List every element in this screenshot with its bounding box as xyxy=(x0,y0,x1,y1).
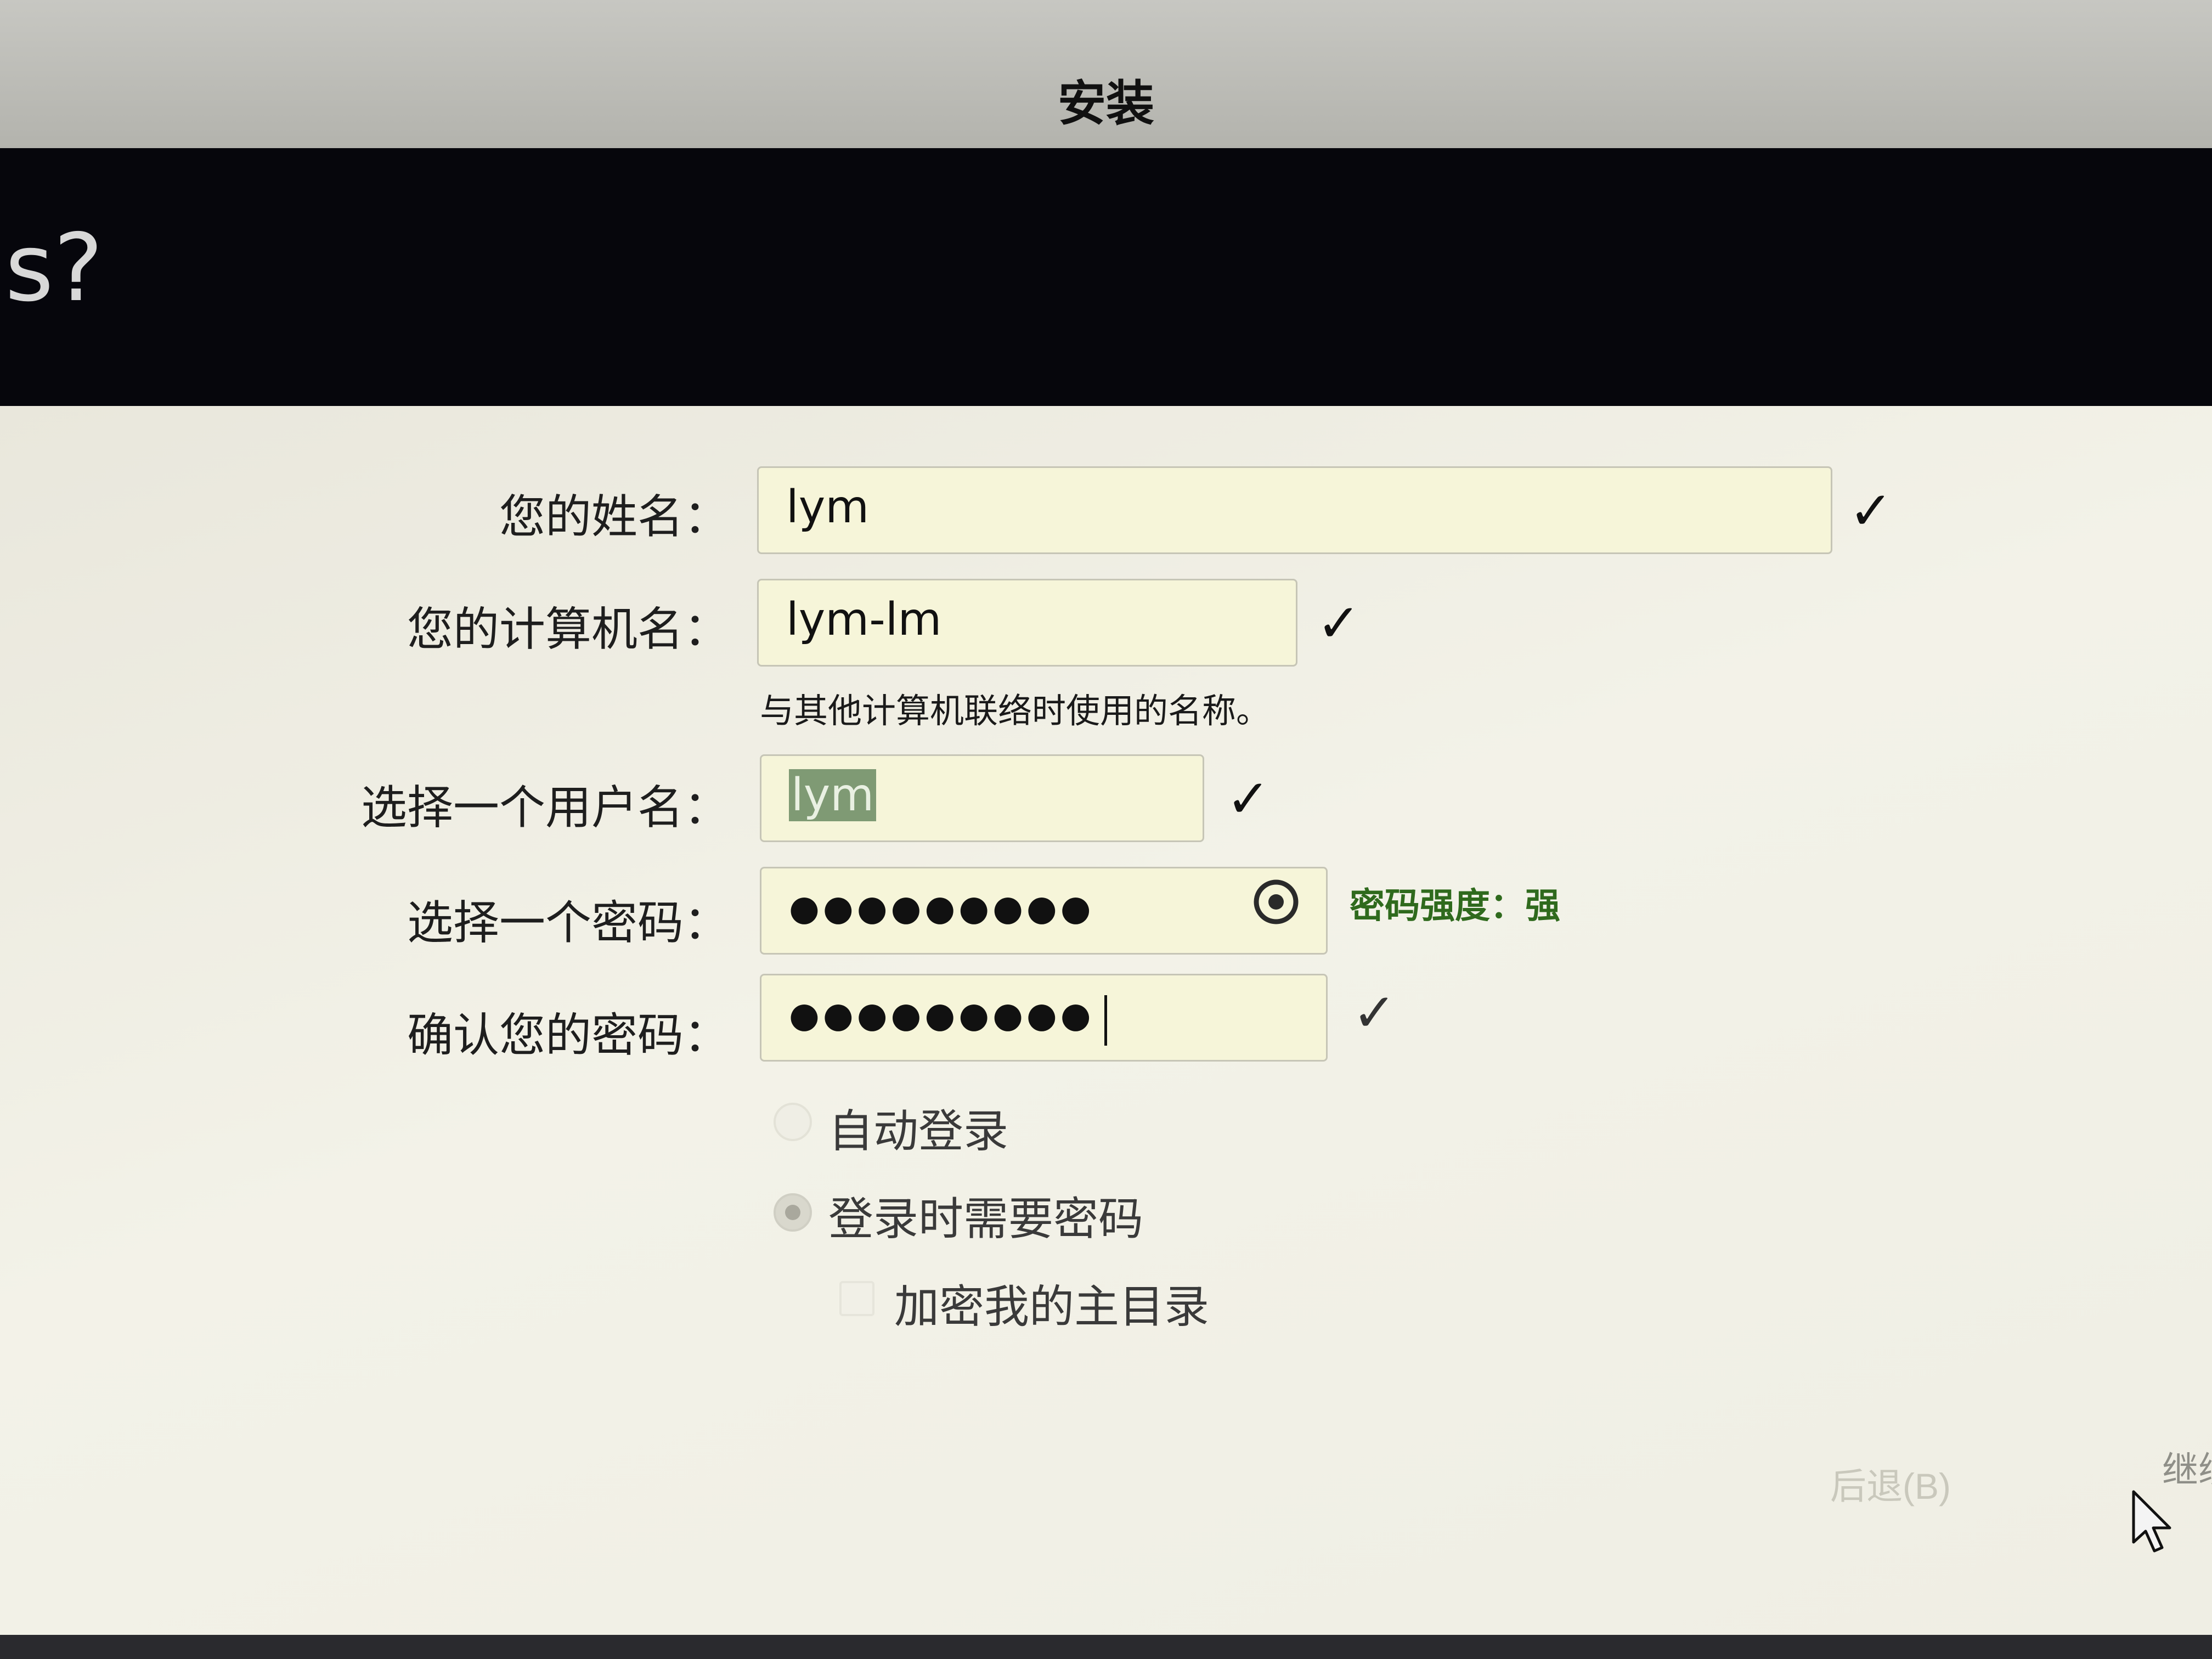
auto-login-label[interactable]: 自动登录 xyxy=(828,1094,1008,1160)
password-field[interactable]: ●●●●●●●●● xyxy=(760,867,1328,955)
title-bar: 安装 xyxy=(0,0,2212,149)
name-value: lym xyxy=(786,481,870,533)
encrypt-home-checkbox[interactable] xyxy=(839,1281,874,1316)
computer-name-hint: 与其他计算机联络时使用的名称。 xyxy=(760,691,1271,731)
password-strength: 密码强度：强 xyxy=(1350,886,1560,927)
check-icon: ✓ xyxy=(1849,480,1893,541)
window-title: 安装 xyxy=(1057,75,1154,132)
require-password-radio[interactable] xyxy=(774,1193,812,1232)
password-label: 选择一个密码： xyxy=(407,896,730,950)
name-label: 您的姓名： xyxy=(499,490,730,544)
continue-button[interactable]: 继续 xyxy=(2159,1440,2212,1494)
page-heading: is? xyxy=(0,214,104,323)
username-value: lym xyxy=(789,769,877,821)
password-masked-value: ●●●●●●●●● xyxy=(789,888,1094,929)
computer-name-label: 您的计算机名： xyxy=(407,602,730,656)
username-field[interactable]: lym xyxy=(760,754,1204,842)
installer-window: 安装 is? 您的姓名： lym ✓ 您的计算机名： lym-lm ✓ 与其他计… xyxy=(0,0,2212,1659)
require-password-label[interactable]: 登录时需要密码 xyxy=(828,1182,1143,1248)
confirm-password-masked-value: ●●●●●●●●● xyxy=(789,995,1094,1036)
back-button[interactable]: 后退(B) xyxy=(1827,1457,1954,1510)
computer-name-value: lym-lm xyxy=(786,594,942,646)
computer-name-field[interactable]: lym-lm xyxy=(757,579,1297,667)
confirm-password-field[interactable]: ●●●●●●●●● xyxy=(760,974,1328,1062)
name-field[interactable]: lym xyxy=(757,466,1832,554)
mouse-pointer-icon xyxy=(2132,1490,2171,1553)
auto-login-radio[interactable] xyxy=(774,1103,812,1141)
header-band: is? xyxy=(0,148,2212,406)
encrypt-home-label[interactable]: 加密我的主目录 xyxy=(894,1270,1209,1335)
check-icon: ✓ xyxy=(1352,982,1397,1043)
screen-bezel xyxy=(0,1635,2212,1659)
check-icon: ✓ xyxy=(1226,768,1271,830)
eye-icon[interactable] xyxy=(1252,878,1300,926)
text-caret xyxy=(1104,995,1107,1046)
confirm-password-label: 确认您的密码： xyxy=(407,1008,730,1062)
username-label: 选择一个用户名： xyxy=(360,781,730,834)
check-icon: ✓ xyxy=(1317,592,1361,654)
